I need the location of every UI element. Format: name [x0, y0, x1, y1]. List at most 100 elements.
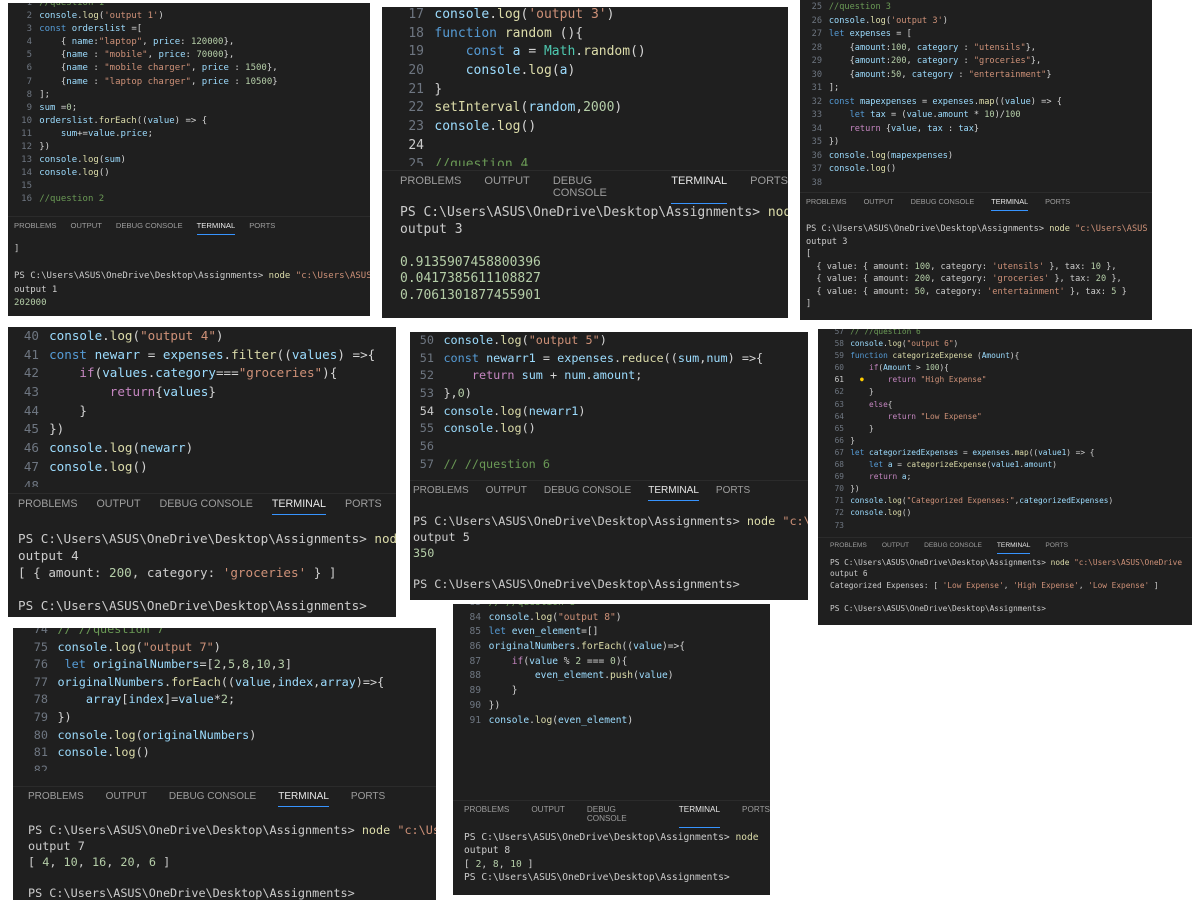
code-line[interactable]: 1 //question 1 [8, 3, 370, 10]
code-line[interactable]: 37 console.log() [800, 163, 1152, 177]
tab-problems[interactable]: PROBLEMS [464, 805, 509, 823]
code-editor[interactable]: 1 //question 1 2 console.log('output 1') 3 co… [8, 3, 370, 207]
code-line[interactable]: 26 console.log('output 3') [800, 15, 1152, 29]
code-line[interactable]: 36 console.log(mapexpenses) [800, 150, 1152, 164]
code-line[interactable]: 78 array[index]=value*2; [13, 691, 436, 709]
tab-problems[interactable]: PROBLEMS [14, 221, 56, 230]
code-line[interactable]: 41 const newarr = expenses.filter((values… [8, 346, 396, 365]
code-line[interactable]: 21} [382, 81, 788, 100]
tab-problems[interactable]: PROBLEMS [18, 498, 77, 510]
code-line[interactable]: 70}) [818, 483, 1192, 495]
tab-output[interactable]: OUTPUT [882, 542, 909, 549]
code-editor[interactable]: 40 console.log("output 4") 41 const newarr … [8, 327, 396, 487]
code-line[interactable]: 75 console.log("output 7") [13, 639, 436, 657]
code-line[interactable]: 76 let originalNumbers=[2,5,8,10,3] [13, 656, 436, 674]
code-line[interactable]: 59 function categorizeExpense (Amount){ [818, 350, 1192, 362]
code-line[interactable]: 12}) [8, 141, 370, 154]
code-editor[interactable]: 17 console.log('output 3') 18 function rand… [382, 7, 788, 166]
code-line[interactable]: 29 {amount:200, category : "groceries"}, [800, 55, 1152, 69]
code-line[interactable]: 22 setInterval(random,2000) [382, 99, 788, 118]
code-editor[interactable]: 74 // //question 7 75 console.log("output 7… [13, 628, 436, 771]
code-line[interactable]: 57 // //question 6 [818, 329, 1192, 338]
tab-terminal[interactable]: TERMINAL [996, 542, 1030, 554]
code-line[interactable]: 23 console.log() [382, 118, 788, 137]
code-line[interactable]: 24 [382, 137, 788, 156]
code-line[interactable]: 87 if(value % 2 === 0){ [453, 655, 770, 670]
code-line[interactable]: 64 return "Low Expense" [818, 411, 1192, 423]
code-line[interactable]: 60 if(Amount > 100){ [818, 362, 1192, 374]
code-line[interactable]: 38 [800, 177, 1152, 190]
code-line[interactable]: 52 return sum + num.amount; [410, 367, 808, 385]
code-line[interactable]: 32 const mapexpenses = expenses.map((valu… [800, 96, 1152, 110]
tab-debug-console[interactable]: DEBUG CONSOLE [544, 485, 631, 496]
code-line[interactable]: 57 // //question 6 [410, 456, 808, 474]
tab-debug-console[interactable]: DEBUG CONSOLE [159, 498, 252, 510]
code-line[interactable]: 44 } [8, 402, 396, 421]
code-line[interactable]: 42 if(values.category==="groceries"){ [8, 364, 396, 383]
code-line[interactable]: 51 const newarr1 = expenses.reduce((sum,n… [410, 350, 808, 368]
tab-debug-console[interactable]: DEBUG CONSOLE [924, 542, 982, 549]
tab-terminal[interactable]: TERMINAL [991, 197, 1028, 211]
terminal-output[interactable]: ] PS C:\Users\ASUS\OneDrive\Desktop\Assig… [14, 243, 370, 311]
tab-terminal[interactable]: TERMINAL [196, 221, 235, 235]
code-line[interactable]: 9 sum =0; [8, 102, 370, 115]
tab-debug-console[interactable]: DEBUG CONSOLE [587, 805, 657, 823]
tab-ports[interactable]: PORTS [750, 175, 788, 199]
code-line[interactable]: 55 console.log() [410, 420, 808, 438]
code-line[interactable]: 46 console.log(newarr) [8, 439, 396, 458]
code-line[interactable]: 62 } [818, 386, 1192, 398]
tab-output[interactable]: OUTPUT [864, 197, 894, 206]
terminal-output[interactable]: PS C:\Users\ASUS\OneDrive\Desktop\Assign… [464, 831, 770, 884]
code-line[interactable]: 17 console.log('output 3') [382, 7, 788, 25]
code-line[interactable]: 88 even_element.push(value) [453, 669, 770, 684]
code-line[interactable]: 40 console.log("output 4") [8, 327, 396, 346]
code-line[interactable]: 45}) [8, 420, 396, 439]
tab-problems[interactable]: PROBLEMS [830, 542, 867, 549]
code-line[interactable]: 47 console.log() [8, 458, 396, 477]
code-line[interactable]: 33 let tax = (value.amount * 10)/100 [800, 109, 1152, 123]
code-line[interactable]: 27 let expenses = [ [800, 28, 1152, 42]
tab-output[interactable]: OUTPUT [484, 175, 529, 199]
code-line[interactable]: 77 originalNumbers.forEach((value,index,a… [13, 674, 436, 692]
code-line[interactable]: 54 console.log(newarr1) [410, 403, 808, 421]
code-line[interactable]: 53},0) [410, 385, 808, 403]
code-line[interactable]: 72 console.log() [818, 507, 1192, 519]
code-line[interactable]: 19 const a = Math.random() [382, 43, 788, 62]
code-line[interactable]: 4 { name:"laptop", price: 120000}, [8, 36, 370, 49]
code-editor[interactable]: 57 // //question 6 58 console.log("output 6… [818, 329, 1192, 528]
lightbulb-icon[interactable]: ● [860, 374, 864, 386]
tab-ports[interactable]: PORTS [1045, 197, 1070, 206]
code-line[interactable]: 7 {name : "laptop charger", price : 1050… [8, 76, 370, 89]
code-line[interactable]: 82 [13, 762, 436, 771]
code-line[interactable]: 69 return a; [818, 471, 1192, 483]
code-line[interactable]: 74 // //question 7 [13, 628, 436, 639]
tab-output[interactable]: OUTPUT [70, 221, 101, 230]
code-line[interactable]: 8]; [8, 89, 370, 102]
code-line[interactable]: 18 function random (){ [382, 25, 788, 44]
code-editor[interactable]: 50 console.log("output 5") 51 const newarr1… [410, 332, 808, 477]
tab-output[interactable]: OUTPUT [106, 791, 147, 802]
code-line[interactable]: 16 //question 2 [8, 193, 370, 206]
terminal-output[interactable]: PS C:\Users\ASUS\OneDrive\Desktop\Assign… [806, 223, 1152, 311]
code-line[interactable]: 25 //question 3 [800, 1, 1152, 15]
code-line[interactable]: 20 console.log(a) [382, 62, 788, 81]
code-line[interactable]: 34 return {value, tax : tax} [800, 123, 1152, 137]
code-editor[interactable]: 83// //question 884 console.log("output 8… [453, 604, 770, 774]
code-line[interactable]: 35}) [800, 136, 1152, 150]
tab-output[interactable]: OUTPUT [486, 485, 527, 496]
code-line[interactable]: 89 } [453, 684, 770, 699]
code-line[interactable]: 67 let categorizedExpenses = expenses.map… [818, 447, 1192, 459]
tab-debug-console[interactable]: DEBUG CONSOLE [169, 791, 256, 802]
terminal-output[interactable]: PS C:\Users\ASUS\OneDrive\Desktop\Assign… [28, 823, 436, 900]
code-line[interactable]: 30 {amount:50, category : "entertainment… [800, 69, 1152, 83]
code-line[interactable]: 61 return "High Expense" ● [818, 374, 1192, 386]
code-editor[interactable]: 25//question 3 26 console.log('output 3') 2… [800, 1, 1152, 189]
tab-problems[interactable]: PROBLEMS [400, 175, 461, 199]
code-line[interactable]: 90}) [453, 699, 770, 714]
code-line[interactable]: 15 [8, 180, 370, 193]
code-line[interactable]: 83// //question 8 [453, 604, 770, 611]
code-line[interactable]: 84 console.log("output 8") [453, 611, 770, 626]
tab-problems[interactable]: PROBLEMS [413, 485, 469, 496]
code-line[interactable]: 58 console.log("output 6") [818, 338, 1192, 350]
tab-debug-console[interactable]: DEBUG CONSOLE [553, 175, 648, 199]
